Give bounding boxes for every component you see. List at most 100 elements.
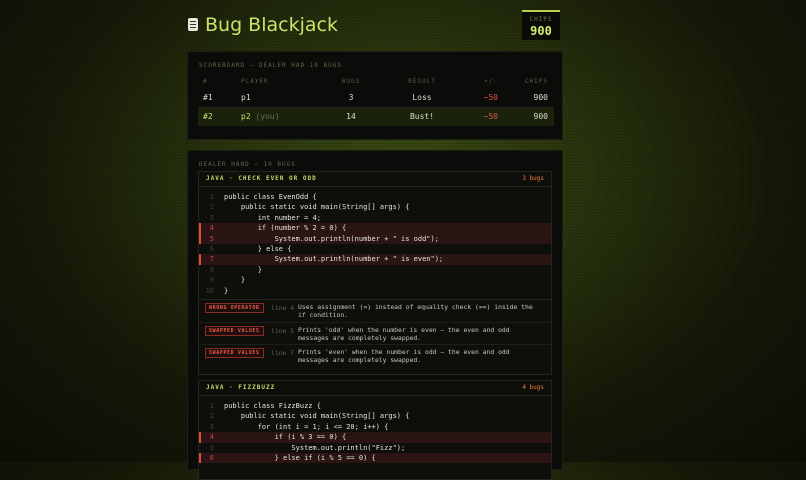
- line-code: } else {: [224, 244, 292, 253]
- line-code: System.out.println(number + " is even");: [224, 255, 444, 264]
- bug-type-badge: SWAPPED VALUES: [205, 325, 264, 336]
- code-line-bug: 5 System.out.println(number + " is odd")…: [199, 233, 551, 245]
- line-code: System.out.println("Fizz");: [224, 443, 406, 452]
- bug-card-icon: [188, 18, 198, 31]
- col-rank: #: [203, 78, 208, 85]
- code-line: 6 } else {: [199, 244, 551, 254]
- line-number: 2: [209, 203, 214, 212]
- bug-line-ref: line 5: [271, 326, 295, 335]
- page-title: Bug Blackjack: [205, 14, 338, 36]
- code-line: 2 public static void main(String[] args)…: [199, 411, 551, 421]
- code-line: 1 public class FizzBuzz {: [199, 401, 551, 411]
- bug-card: JAVA · FIZZBUZZ 4 bugs 1 public class Fiz…: [198, 380, 552, 480]
- line-number: 4: [209, 224, 214, 233]
- code-line: 2 public static void main(String[] args)…: [199, 202, 551, 212]
- code-block: 1 public class FizzBuzz {2 public static …: [199, 396, 551, 464]
- line-code: public static void main(String[] args) {: [224, 203, 410, 212]
- chips-cell: 900: [533, 112, 548, 121]
- bug-description: Prints 'odd' when the number is even — t…: [298, 325, 510, 342]
- bug-line-ref: line 4: [271, 304, 295, 312]
- code-line: 10}: [199, 286, 551, 296]
- col-chips: CHIPS: [524, 78, 548, 85]
- line-code: int number = 4;: [224, 213, 321, 222]
- game-header: Bug Blackjack CHIPS 900: [187, 10, 563, 42]
- rank-cell: #1: [203, 93, 213, 102]
- code-line-bug: 7 System.out.println(number + " is even"…: [199, 254, 551, 266]
- line-code: public class EvenOdd {: [224, 193, 317, 201]
- code-line: 1 public class EvenOdd {: [199, 192, 551, 202]
- card-header: JAVA · CHECK EVEN OR ODD 3 bugs: [199, 172, 551, 187]
- line-code: System.out.println(number + " is odd");: [224, 234, 439, 243]
- table-row: #1 p1 3 Loss −50 900: [198, 89, 554, 108]
- scoreboard-header-row: # PLAYER BUGS RESULT +/- CHIPS: [188, 78, 562, 88]
- line-number: 7: [209, 255, 214, 264]
- code-block: 1 public class EvenOdd {2 public static v…: [199, 187, 551, 299]
- bug-type-badge: SWAPPED VALUES: [205, 348, 264, 358]
- delta-cell: −50: [483, 112, 498, 121]
- line-number: 5: [209, 234, 214, 243]
- chips-value: 900: [530, 24, 552, 38]
- line-number: 1: [209, 193, 214, 201]
- line-code: }: [224, 286, 229, 295]
- col-bugs: BUGS: [341, 78, 361, 85]
- line-number: 2: [209, 412, 214, 421]
- code-line: 8 }: [199, 265, 551, 275]
- bug-description: Uses assignment (=) instead of equality …: [298, 303, 533, 319]
- player-cell: p1: [241, 93, 251, 102]
- line-number: 3: [209, 422, 214, 431]
- line-code: }: [224, 265, 262, 274]
- result-cell: Bust!: [409, 112, 435, 121]
- bug-card: JAVA · CHECK EVEN OR ODD 3 bugs 1 public …: [198, 171, 552, 375]
- bug-line-ref: line 7: [271, 349, 295, 357]
- bugs-cell: 14: [346, 112, 356, 121]
- line-number: 4: [209, 433, 214, 442]
- line-number: 10: [205, 286, 214, 295]
- line-number: 6: [209, 244, 214, 253]
- line-code: public static void main(String[] args) {: [224, 412, 410, 421]
- card-name: JAVA · CHECK EVEN OR ODD: [206, 175, 317, 182]
- line-number: 5: [209, 443, 214, 452]
- col-player: PLAYER: [241, 78, 269, 85]
- bug-note: WRONG OPERATOR line 4 Uses assignment (=) …: [199, 300, 551, 323]
- scoreboard-title: SCOREBOARD — DEALER HAD 10 BUGS: [199, 62, 342, 69]
- chips-cell: 900: [533, 93, 548, 102]
- code-line: 5 System.out.println("Fizz");: [199, 443, 551, 453]
- result-cell: Loss: [412, 93, 432, 102]
- bug-type-badge: WRONG OPERATOR: [205, 303, 264, 313]
- bug-notes: WRONG OPERATOR line 4 Uses assignment (=) …: [199, 299, 551, 367]
- line-number: 3: [209, 213, 214, 222]
- line-code: if (i % 3 == 0) {: [224, 433, 347, 442]
- chips-counter: CHIPS 900: [522, 10, 560, 40]
- bug-count-badge: 4 bugs: [522, 384, 544, 391]
- line-number: 8: [209, 265, 214, 274]
- bug-note: SWAPPED VALUES line 5 Prints 'odd' when th…: [199, 323, 551, 345]
- code-line: 9 }: [199, 275, 551, 285]
- bug-description: Prints 'even' when the number is odd — t…: [298, 348, 510, 364]
- card-header: JAVA · FIZZBUZZ 4 bugs: [199, 381, 551, 396]
- code-line-bug: 4 if (i % 3 == 0) {: [199, 432, 551, 443]
- you-tag: (you): [255, 112, 280, 121]
- code-line: 3 for (int i = 1; i <= 20; i++) {: [199, 422, 551, 432]
- delta-cell: −50: [483, 93, 498, 102]
- col-result: RESULT: [408, 78, 436, 85]
- chips-label: CHIPS: [529, 16, 553, 23]
- line-code: public class FizzBuzz {: [224, 402, 321, 410]
- card-name: JAVA · FIZZBUZZ: [206, 384, 276, 391]
- table-row-you: #2 p2 (you) 14 Bust! −50 900: [198, 108, 554, 126]
- bugs-cell: 3: [348, 93, 354, 102]
- line-code: for (int i = 1; i <= 20; i++) {: [224, 422, 389, 431]
- code-line: 3 int number = 4;: [199, 213, 551, 223]
- line-code: if (number % 2 = 0) {: [224, 224, 347, 233]
- rank-cell: #2: [203, 112, 213, 121]
- line-code: }: [224, 276, 246, 285]
- col-delta: +/-: [484, 78, 498, 85]
- bug-count-badge: 3 bugs: [522, 175, 544, 182]
- player-name: p2: [241, 112, 251, 121]
- dealer-hand-title: DEALER HAND — 10 BUGS: [199, 161, 296, 168]
- line-number: 9: [209, 276, 214, 285]
- player-cell: p2 (you): [241, 112, 280, 121]
- bug-note: SWAPPED VALUES line 7 Prints 'even' when t…: [199, 345, 551, 367]
- scoreboard-panel: SCOREBOARD — DEALER HAD 10 BUGS # PLAYER…: [187, 51, 563, 140]
- player-name: p1: [241, 93, 251, 102]
- line-number: 1: [209, 402, 214, 410]
